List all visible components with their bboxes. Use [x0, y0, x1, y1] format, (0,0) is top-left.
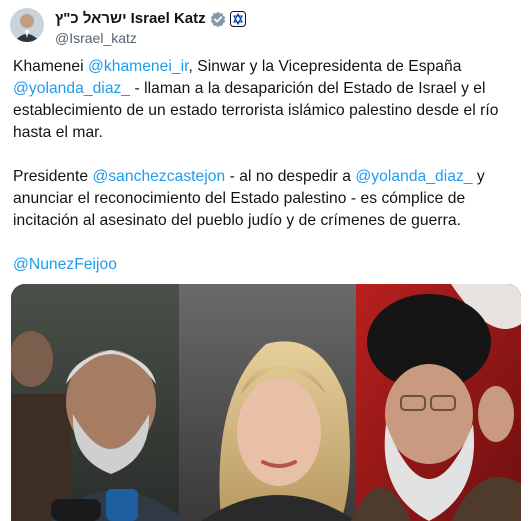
author-name-row[interactable]: ישראל כ"ץ Israel Katz — [55, 10, 246, 27]
author-name-hebrew[interactable]: ישראל כ"ץ — [55, 10, 127, 27]
government-badge-icon[interactable] — [229, 10, 246, 27]
text-segment: Khamenei — [13, 58, 88, 75]
tweet-text: Khamenei @khamenei_ir, Sinwar y la Vicep… — [13, 56, 518, 298]
text-segment: - al no despedir a — [225, 168, 356, 185]
author-handle[interactable]: @Israel_katz — [55, 30, 137, 46]
tweet-paragraph-2: Presidente @sanchezcastejon - al no desp… — [13, 166, 518, 232]
tweet-media-image[interactable] — [11, 284, 521, 521]
mention-link[interactable]: @NunezFeijoo — [13, 256, 117, 273]
mention-link[interactable]: @yolanda_diaz_ — [355, 168, 472, 185]
mention-link[interactable]: @sanchezcastejon — [92, 168, 225, 185]
tweet-paragraph-1: Khamenei @khamenei_ir, Sinwar y la Vicep… — [13, 56, 518, 144]
verified-badge-icon[interactable] — [210, 11, 226, 27]
author-name[interactable]: Israel Katz — [131, 10, 206, 27]
tweet-header: ישראל כ"ץ Israel Katz @Israel_katz — [10, 8, 520, 48]
text-segment: Presidente — [13, 168, 93, 185]
mention-link[interactable]: @yolanda_diaz_ — [13, 80, 130, 97]
avatar[interactable] — [10, 8, 44, 42]
text-segment: , Sinwar y la Vicepresidenta de España — [188, 58, 462, 75]
mention-link[interactable]: @khamenei_ir — [88, 58, 189, 75]
tweet-paragraph-3: @NunezFeijoo — [13, 254, 518, 276]
